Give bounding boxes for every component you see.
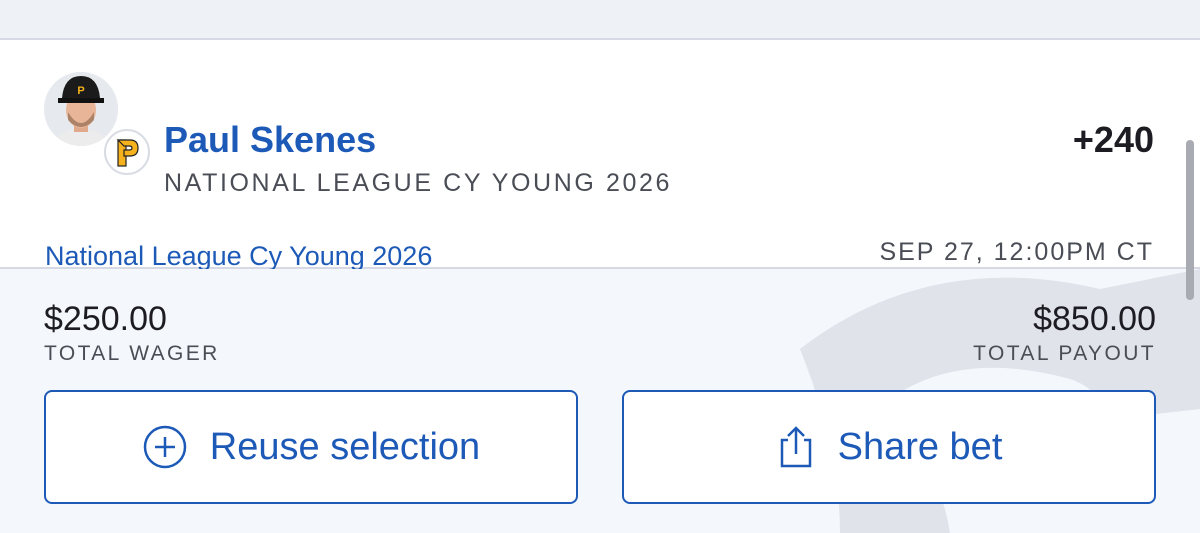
- player-avatar-group: P: [44, 72, 150, 194]
- player-name[interactable]: Paul Skenes: [164, 120, 376, 160]
- event-datetime: SEP 27, 12:00PM CT: [879, 238, 1154, 266]
- share-bet-label: Share bet: [837, 425, 1003, 468]
- total-wager-label: TOTAL WAGER: [44, 342, 220, 365]
- total-payout-amount: $850.00: [1033, 300, 1156, 338]
- bet-card-footer: $250.00 TOTAL WAGER $850.00 TOTAL PAYOUT…: [0, 269, 1200, 533]
- player-avatar: P: [44, 72, 150, 175]
- previous-card-edge: [0, 0, 1200, 40]
- event-link[interactable]: National League Cy Young 2026: [45, 240, 432, 272]
- plus-circle-icon: [142, 424, 188, 470]
- reuse-selection-label: Reuse selection: [209, 425, 481, 468]
- market-name: NATIONAL LEAGUE CY YOUNG 2026: [164, 169, 672, 197]
- share-icon: [776, 424, 816, 470]
- svg-text:P: P: [77, 85, 84, 97]
- total-wager-amount: $250.00: [44, 300, 167, 338]
- bet-card-header: P Paul Skenes NATIONAL LEAGUE CY YOUNG 2…: [0, 40, 1200, 272]
- share-bet-button[interactable]: Share bet: [622, 390, 1156, 504]
- total-payout-label: TOTAL PAYOUT: [973, 342, 1156, 365]
- reuse-selection-button[interactable]: Reuse selection: [44, 390, 578, 504]
- odds-value: +240: [1072, 119, 1154, 160]
- scrollbar-thumb[interactable]: [1186, 140, 1194, 300]
